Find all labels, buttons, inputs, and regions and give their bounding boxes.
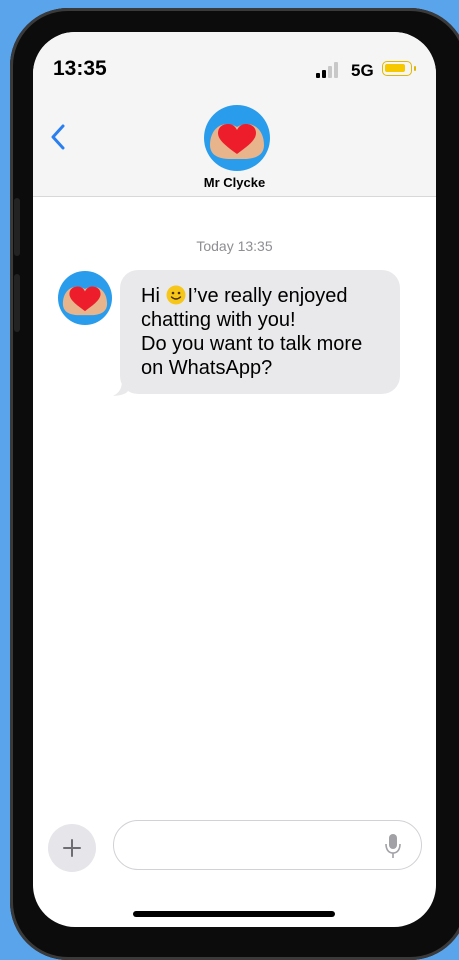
message-input[interactable] bbox=[113, 820, 422, 870]
contact-name[interactable]: Mr Clycke bbox=[33, 175, 436, 190]
status-time: 13:35 bbox=[53, 57, 107, 80]
heart-hands-icon bbox=[210, 124, 264, 159]
add-attachment-button[interactable] bbox=[48, 824, 96, 872]
chevron-left-icon[interactable] bbox=[47, 122, 71, 152]
microphone-icon[interactable] bbox=[383, 832, 403, 860]
signal-icon bbox=[316, 62, 342, 78]
message-line: Do you want to talk more bbox=[141, 333, 363, 355]
volume-up-button bbox=[14, 198, 20, 256]
status-bar: 13:35 5G bbox=[33, 32, 436, 102]
sender-avatar bbox=[58, 271, 112, 325]
message-line: on WhatsApp? bbox=[141, 357, 273, 379]
message-bubble[interactable]: Hi I’ve really enjoyed chatting with you… bbox=[120, 270, 400, 394]
smiley-emoji-icon bbox=[166, 285, 186, 305]
home-indicator[interactable] bbox=[133, 911, 335, 917]
message-line: chatting with you! bbox=[141, 309, 296, 331]
conversation-header: Mr Clycke bbox=[33, 102, 436, 197]
battery-icon bbox=[382, 61, 416, 76]
message-timestamp: Today 13:35 bbox=[196, 238, 273, 254]
heart-hands-icon bbox=[62, 286, 108, 316]
volume-down-button bbox=[14, 274, 20, 332]
screen: 13:35 5G Mr Clycke Today 13:35 Hi I’ve r… bbox=[33, 32, 436, 927]
contact-avatar[interactable] bbox=[204, 105, 270, 171]
message-line: Hi I’ve really enjoyed bbox=[141, 285, 348, 307]
network-label: 5G bbox=[351, 61, 374, 80]
